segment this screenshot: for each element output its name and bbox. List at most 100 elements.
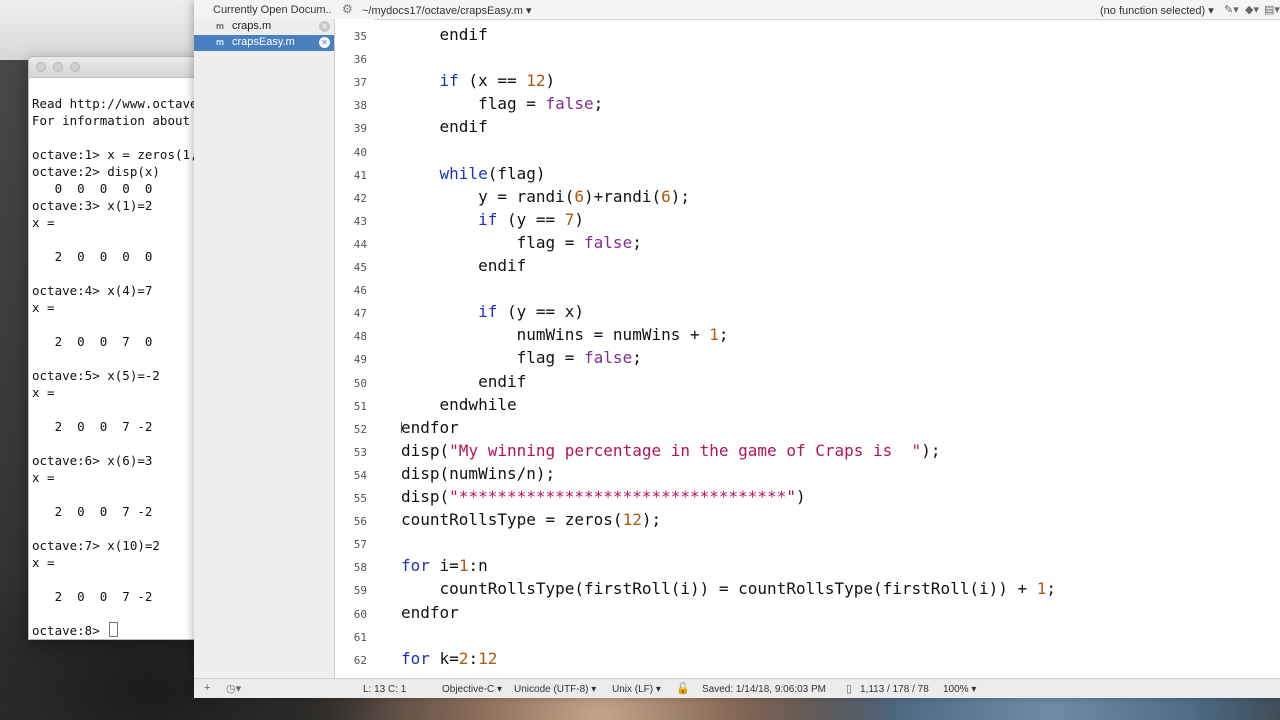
code-token: 1 xyxy=(1036,579,1047,599)
terminal-line: 0 0 0 0 0 xyxy=(32,181,153,196)
terminal-line: 2 0 0 7 -2 xyxy=(32,589,153,604)
line-number: 51 xyxy=(353,399,367,413)
encoding-label: Unicode (UTF-8) xyxy=(514,684,589,695)
code-line[interactable]: flag = false; xyxy=(401,346,642,369)
close-document-icon[interactable]: ✕ xyxy=(319,37,330,48)
file-path-menu[interactable]: ~/mydocs17/octave/crapsEasy.m ▾ xyxy=(362,4,531,17)
code-line[interactable]: if (x == 12) xyxy=(401,69,556,92)
document-stats[interactable]: 1,113 / 178 / 78 xyxy=(860,684,929,695)
terminal-output[interactable]: Read http://www.octave. For information a… xyxy=(32,95,209,639)
line-endings-selector[interactable]: Unix (LF) ▾ xyxy=(612,684,661,695)
terminal-line: x = xyxy=(32,215,55,230)
pencil-icon[interactable]: ✎▾ xyxy=(1224,3,1239,16)
code-token: endif xyxy=(401,117,488,137)
terminal-line: x = xyxy=(32,385,55,400)
code-token: ); xyxy=(921,440,941,460)
line-number: 49 xyxy=(353,353,367,367)
cursor-position[interactable]: L: 13 C: 1 xyxy=(363,684,406,695)
function-selector[interactable]: (no function selected) ▾ xyxy=(1100,4,1214,17)
code-line[interactable]: disp("**********************************… xyxy=(401,485,806,508)
add-icon[interactable]: + xyxy=(204,682,210,694)
code-line[interactable]: flag = false; xyxy=(401,92,603,115)
zoom-selector[interactable]: 100% ▾ xyxy=(943,684,976,695)
terminal-line: x = xyxy=(32,555,55,570)
clock-icon[interactable]: ◷▾ xyxy=(226,682,241,695)
line-number: 52 xyxy=(353,422,367,436)
close-window-icon[interactable] xyxy=(36,62,46,72)
encoding-selector[interactable]: Unicode (UTF-8) ▾ xyxy=(514,684,596,695)
code-line[interactable]: endfor xyxy=(401,601,459,624)
line-number-gutter: 35 36 37 38 39 40 41 42 43 44 45 46 47 48 49 50 51 52 53 54… xyxy=(335,19,373,678)
code-line[interactable]: endif xyxy=(401,115,488,138)
code-line[interactable]: for k=2:12 xyxy=(401,647,497,670)
code-line[interactable]: endwhile xyxy=(401,393,517,416)
code-line[interactable]: countRollsType(firstRoll(i)) = countRoll… xyxy=(401,577,1057,600)
code-line[interactable]: for i=1:n xyxy=(401,554,488,577)
language-selector[interactable]: Objective-C ▾ xyxy=(442,684,502,695)
code-token: ) xyxy=(574,209,585,229)
zoom-window-icon[interactable] xyxy=(70,62,80,72)
code-line[interactable]: disp("My winning percentage in the game … xyxy=(401,439,940,462)
code-token: (y == xyxy=(497,209,565,229)
line-number: 61 xyxy=(353,630,367,644)
code-line[interactable]: endfor xyxy=(401,416,459,439)
gear-icon[interactable]: ⚙ xyxy=(342,2,353,16)
code-line[interactable]: disp(numWins/n); xyxy=(401,462,555,485)
code-token: endif xyxy=(401,256,527,275)
lock-icon[interactable]: 🔓 xyxy=(676,682,690,695)
code-token: for xyxy=(401,556,430,576)
code-token: ; xyxy=(1046,579,1057,599)
line-number: 58 xyxy=(353,561,367,575)
settings-menu-icon[interactable]: ◆▾ xyxy=(1245,3,1259,16)
code-token: endfor xyxy=(401,417,459,437)
code-line[interactable]: numWins = numWins + 1; xyxy=(401,323,729,346)
split-view-icon[interactable]: ▤▾ xyxy=(1264,3,1280,16)
minimize-window-icon[interactable] xyxy=(53,62,63,72)
terminal-line: octave:1> x = zeros(1,5 xyxy=(32,147,206,162)
octave-terminal-window[interactable]: Read http://www.octave. For information a… xyxy=(28,56,210,640)
terminal-titlebar[interactable] xyxy=(29,57,209,78)
editor-header: Currently Open Docum... ⚙ ~/mydocs17/oct… xyxy=(194,0,1280,20)
line-number: 41 xyxy=(353,168,367,182)
code-token: false xyxy=(545,94,594,114)
code-line[interactable]: if (y == x) xyxy=(401,300,584,323)
code-token: ; xyxy=(632,232,642,252)
code-line[interactable]: flag = false; xyxy=(401,231,642,254)
terminal-line: x = xyxy=(32,300,55,315)
document-item[interactable]: m crapsEasy.m ✕ xyxy=(194,35,334,51)
line-endings-label: Unix (LF) xyxy=(612,684,654,695)
code-token: 6 xyxy=(574,186,585,206)
line-number: 39 xyxy=(353,122,367,136)
terminal-line: 2 0 0 7 -2 xyxy=(32,419,153,434)
open-documents-sidebar: m craps.m ✕ m crapsEasy.m ✕ xyxy=(194,19,335,678)
terminal-line: Read http://www.octave. xyxy=(32,96,206,111)
file-path-label: ~/mydocs17/octave/crapsEasy.m xyxy=(362,5,523,17)
text-cursor xyxy=(401,422,402,433)
code-token: 1 xyxy=(458,556,469,576)
code-line[interactable]: endif xyxy=(401,370,526,393)
code-line[interactable]: y = randi(6)+randi(6); xyxy=(401,185,690,208)
line-number: 36 xyxy=(353,53,367,67)
code-line[interactable]: if (y == 7) xyxy=(401,208,584,231)
code-token: "My winning percentage in the game of Cr… xyxy=(449,440,922,460)
code-editor[interactable]: endif if (x == 12) flag = false; endif w… xyxy=(401,19,1261,678)
code-line[interactable]: endif xyxy=(401,23,488,46)
line-number: 40 xyxy=(353,145,367,159)
code-line[interactable]: endif xyxy=(401,254,526,277)
code-token: (flag) xyxy=(487,163,546,183)
close-document-icon[interactable]: ✕ xyxy=(319,21,330,32)
code-line[interactable]: countRollsType = zeros(12); xyxy=(401,508,661,531)
code-token: 7 xyxy=(564,209,575,229)
code-line[interactable]: while(flag) xyxy=(401,162,546,185)
line-number: 35 xyxy=(353,30,367,43)
document-item[interactable]: m craps.m ✕ xyxy=(194,19,334,35)
line-number: 57 xyxy=(353,538,367,552)
